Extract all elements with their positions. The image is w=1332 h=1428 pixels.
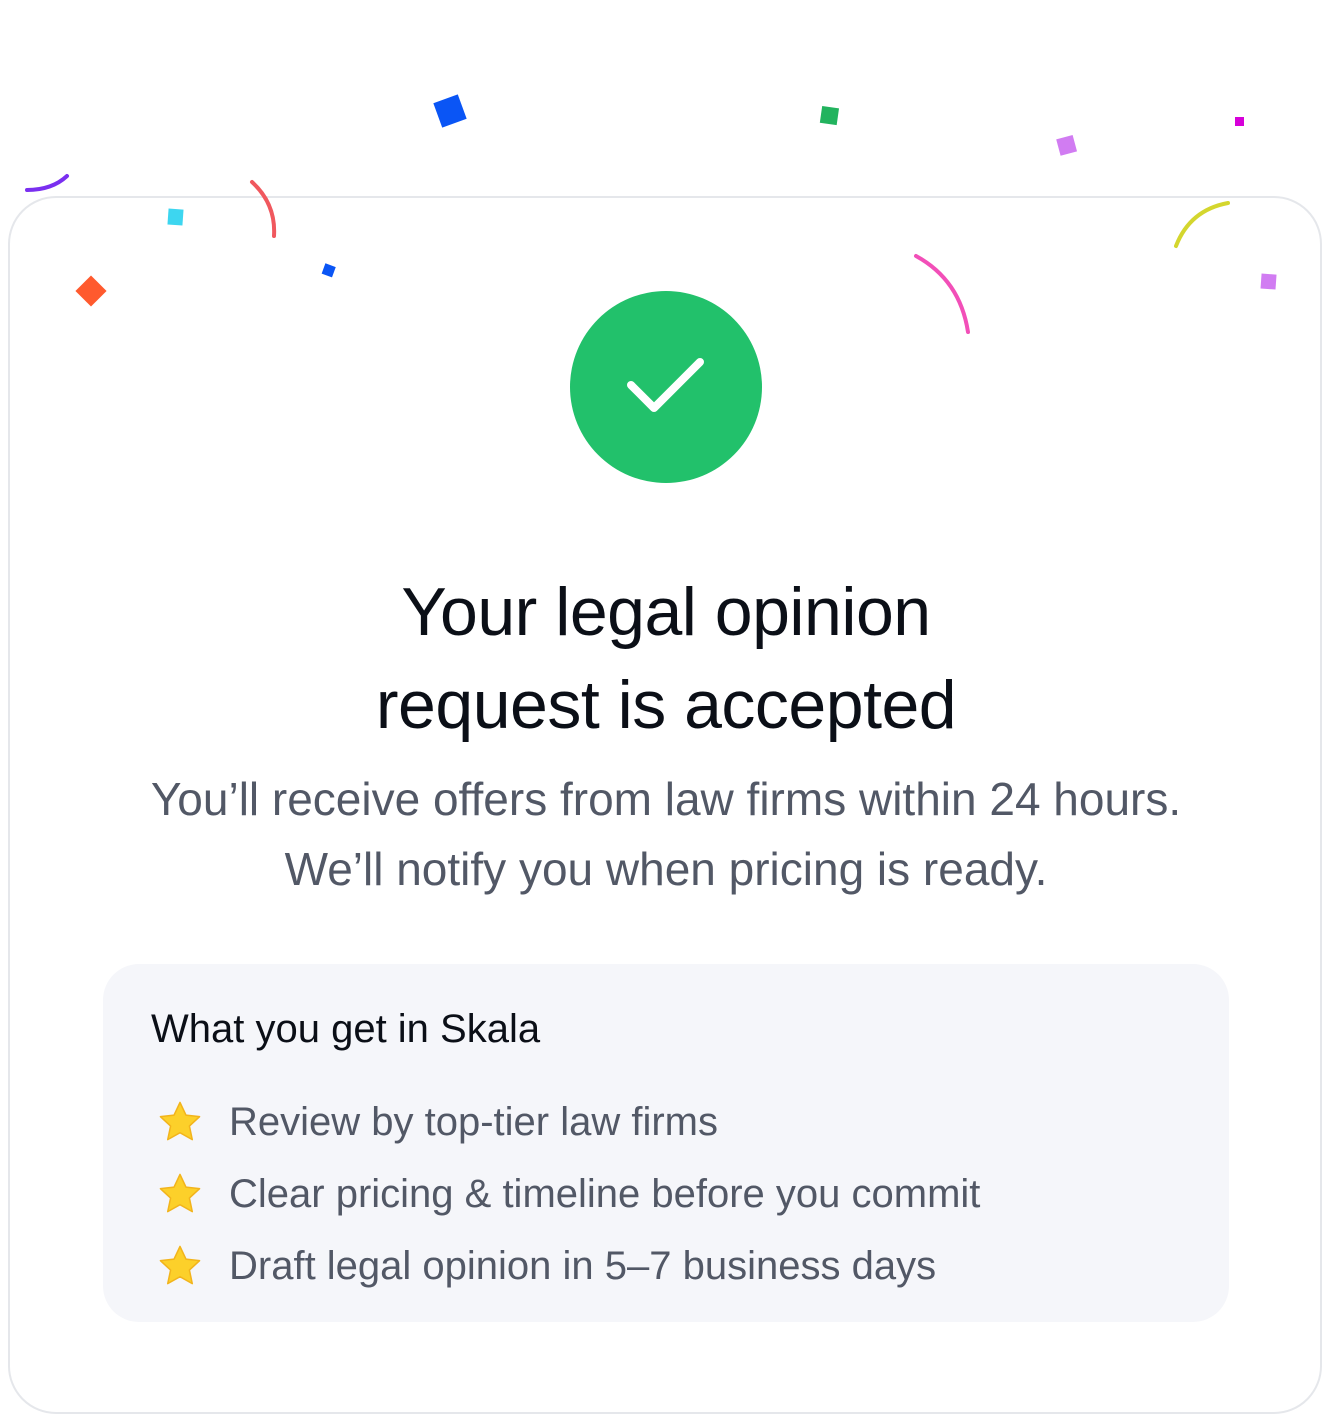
title-line: request is accepted	[375, 667, 957, 743]
star-icon	[159, 1173, 201, 1213]
benefit-label: Review by top-tier law firms	[229, 1100, 719, 1144]
list-item: Review by top-tier law firms	[157, 1086, 980, 1158]
star-icon	[159, 1245, 201, 1285]
benefits-heading: What you get in Skala	[151, 1007, 541, 1051]
list-item: Draft legal opinion in 5–7 business days	[157, 1230, 980, 1302]
success-screen: Your legal opinion request is accepted Y…	[0, 0, 1332, 1428]
confetti-piece	[819, 105, 840, 126]
benefit-label: Clear pricing & timeline before you comm…	[229, 1172, 981, 1216]
confetti-piece	[1056, 134, 1078, 156]
checkmark-icon	[627, 358, 704, 412]
confetti-piece	[1235, 117, 1244, 126]
subtitle-line: We’ll notify you when pricing is ready.	[284, 843, 1048, 895]
subtitle: You’ll receive offers from law firms wit…	[0, 764, 1332, 904]
confetti-piece	[25, 174, 69, 192]
subtitle-line: You’ll receive offers from law firms wit…	[150, 773, 1182, 825]
list-item: Clear pricing & timeline before you comm…	[157, 1158, 980, 1230]
check-circle-icon	[570, 291, 762, 483]
title-line: Your legal opinion	[401, 574, 931, 650]
benefits-panel: What you get in Skala Review by top-tier…	[103, 964, 1229, 1322]
confetti-piece	[433, 94, 467, 128]
benefit-label: Draft legal opinion in 5–7 business days	[229, 1244, 937, 1288]
page-title: Your legal opinion request is accepted	[0, 566, 1332, 752]
star-icon	[159, 1101, 201, 1141]
benefit-list: Review by top-tier law firms Clear prici…	[157, 1086, 980, 1302]
